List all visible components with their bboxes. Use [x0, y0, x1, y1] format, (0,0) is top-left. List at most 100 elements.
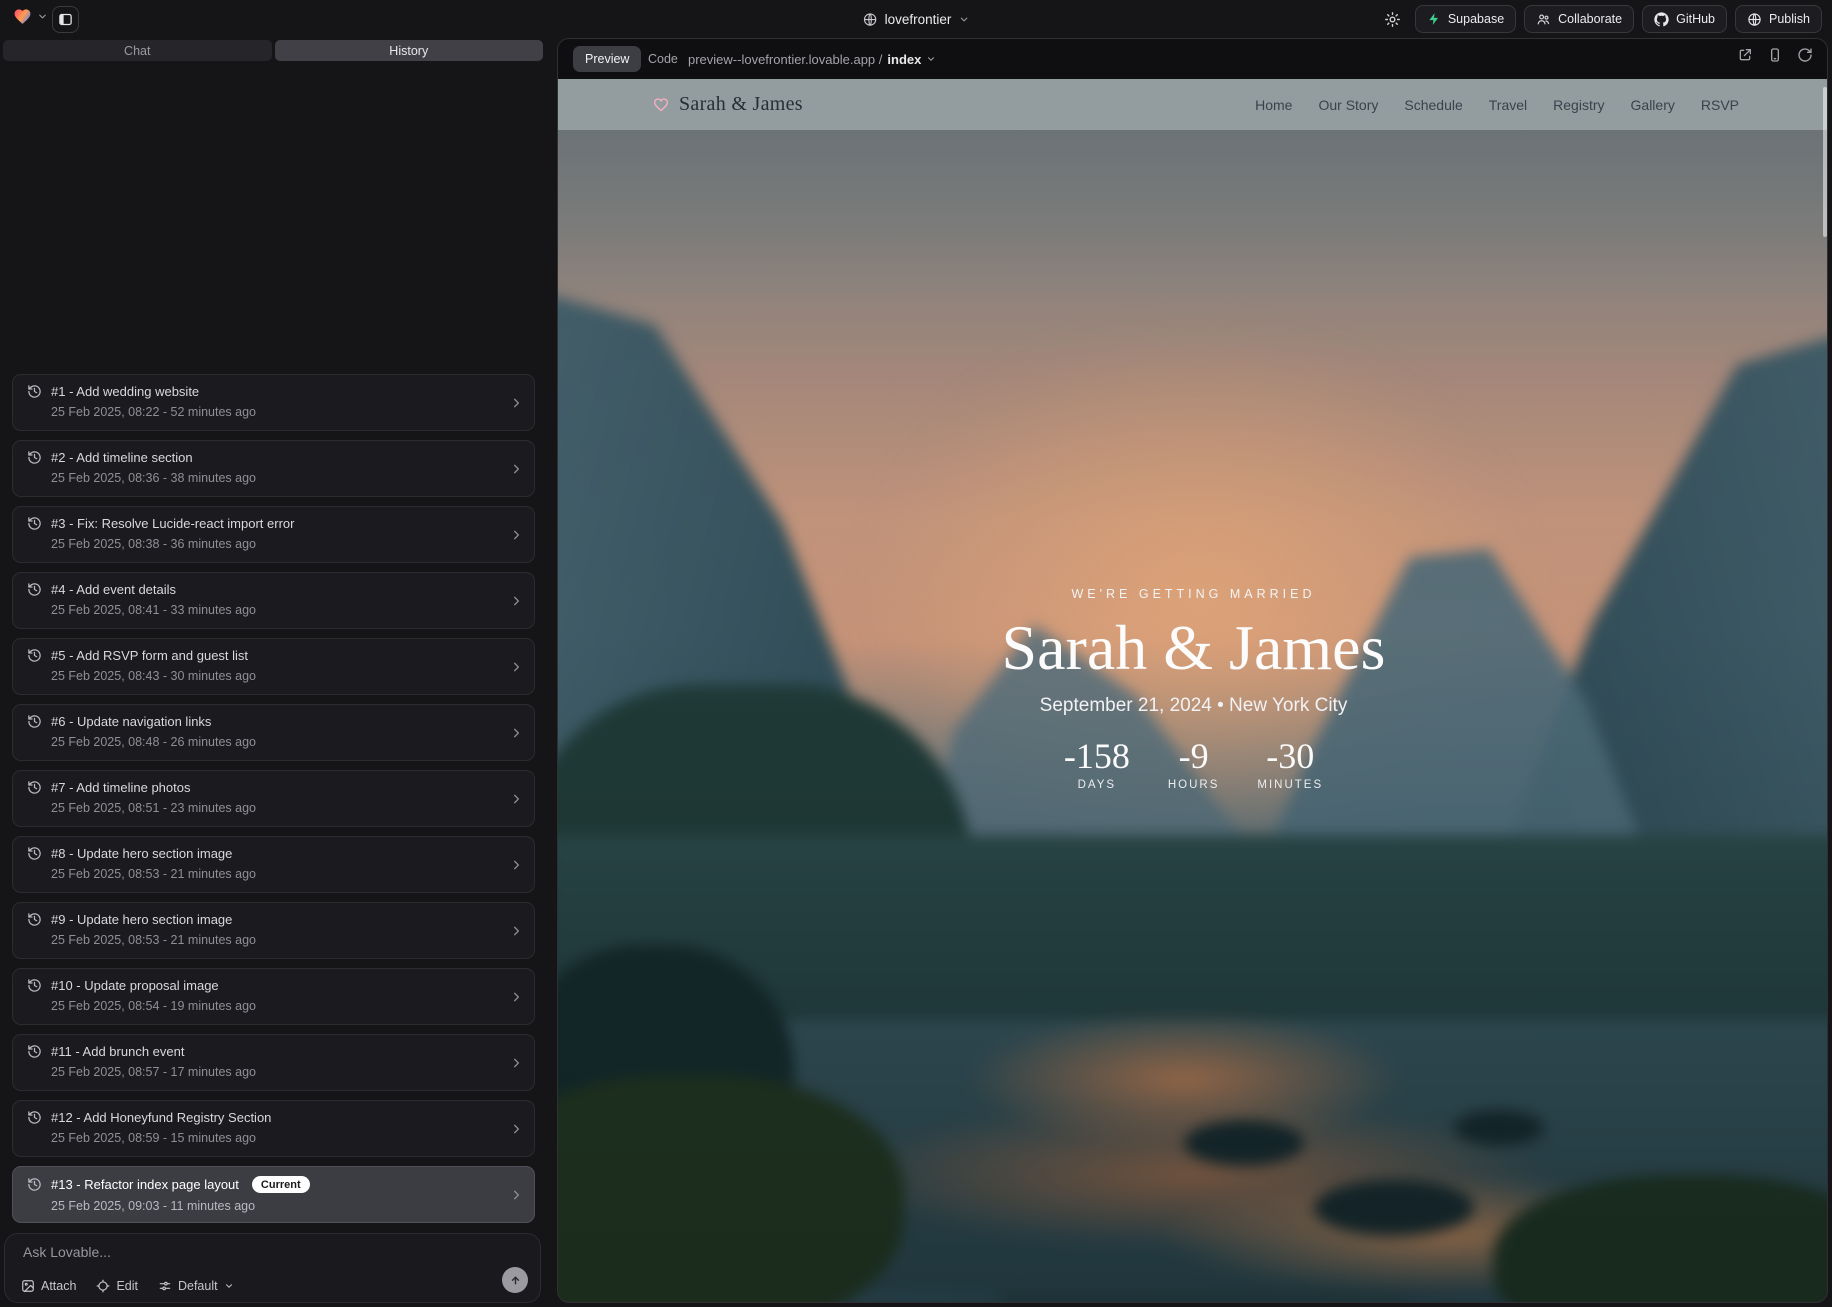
mode-chevron-down-icon — [224, 1281, 234, 1291]
open-external-icon[interactable] — [1737, 47, 1753, 63]
history-item-title: #9 - Update hero section image — [51, 912, 232, 927]
preview-toolbar: Preview Code preview--lovefrontier.lovab… — [558, 39, 1827, 79]
chevron-right-icon — [509, 461, 524, 476]
settings-button[interactable] — [1379, 5, 1407, 33]
refresh-icon[interactable] — [1797, 47, 1813, 63]
sidebar-tabs: Chat History — [3, 40, 543, 61]
history-item-timestamp: 25 Feb 2025, 08:43 - 30 minutes ago — [51, 669, 500, 683]
mode-select[interactable]: Default — [158, 1279, 234, 1293]
history-item[interactable]: #7 - Add timeline photos 25 Feb 2025, 08… — [12, 770, 535, 827]
history-item[interactable]: #3 - Fix: Resolve Lucide-react import er… — [12, 506, 535, 563]
chevron-right-icon — [509, 989, 524, 1004]
supabase-icon — [1427, 12, 1441, 26]
edit-label: Edit — [116, 1279, 138, 1293]
history-item-title: #3 - Fix: Resolve Lucide-react import er… — [51, 516, 294, 531]
site-brand-name: Sarah & James — [679, 93, 803, 116]
sliders-icon — [158, 1279, 172, 1293]
history-item[interactable]: #1 - Add wedding website 25 Feb 2025, 08… — [12, 374, 535, 431]
publish-globe-icon — [1747, 12, 1762, 27]
nav-link[interactable]: Home — [1255, 97, 1292, 113]
site-brand[interactable]: Sarah & James — [652, 93, 803, 116]
attach-button[interactable]: Attach — [21, 1279, 76, 1293]
lovable-logo[interactable] — [12, 7, 48, 26]
chevron-right-icon — [509, 1121, 524, 1136]
nav-link[interactable]: RSVP — [1701, 97, 1739, 113]
project-name: lovefrontier — [885, 12, 952, 27]
send-button[interactable] — [502, 1267, 528, 1293]
history-item-timestamp: 25 Feb 2025, 08:59 - 15 minutes ago — [51, 1131, 500, 1145]
publish-button[interactable]: Publish — [1735, 5, 1822, 33]
chevron-right-icon — [509, 593, 524, 608]
github-button[interactable]: GitHub — [1642, 5, 1727, 33]
nav-link[interactable]: Registry — [1553, 97, 1604, 113]
collaborate-label: Collaborate — [1558, 12, 1622, 26]
project-selector[interactable]: lovefrontier — [863, 0, 970, 38]
edit-button[interactable]: Edit — [96, 1279, 138, 1293]
countdown-item: -30 MINUTES — [1257, 737, 1323, 791]
history-item-timestamp: 25 Feb 2025, 08:22 - 52 minutes ago — [51, 405, 500, 419]
preview-url: preview--lovefrontier.lovable.app / — [688, 52, 882, 67]
supabase-label: Supabase — [1448, 12, 1504, 26]
countdown-value: -30 — [1257, 737, 1323, 777]
tab-history[interactable]: History — [275, 40, 544, 61]
history-item-title: #10 - Update proposal image — [51, 978, 219, 993]
history-icon — [27, 582, 42, 597]
history-icon — [27, 1177, 42, 1192]
gear-icon — [1384, 11, 1401, 28]
history-item-title: #1 - Add wedding website — [51, 384, 199, 399]
history-item[interactable]: #2 - Add timeline section 25 Feb 2025, 0… — [12, 440, 535, 497]
chevron-right-icon — [509, 923, 524, 938]
hero-section: WE'RE GETTING MARRIED Sarah & James Sept… — [558, 587, 1828, 791]
tab-preview[interactable]: Preview — [573, 46, 641, 72]
history-icon — [27, 1110, 42, 1125]
chevron-right-icon — [509, 527, 524, 542]
history-item[interactable]: #8 - Update hero section image 25 Feb 20… — [12, 836, 535, 893]
nav-link[interactable]: Our Story — [1318, 97, 1378, 113]
countdown-label: MINUTES — [1257, 779, 1323, 791]
preview-url-selector[interactable]: preview--lovefrontier.lovable.app / inde… — [688, 46, 936, 72]
arrow-up-icon — [509, 1274, 522, 1287]
history-item-timestamp: 25 Feb 2025, 08:54 - 19 minutes ago — [51, 999, 500, 1013]
history-item[interactable]: #12 - Add Honeyfund Registry Section 25 … — [12, 1100, 535, 1157]
sidebar-toggle-button[interactable] — [52, 6, 79, 33]
tab-chat[interactable]: Chat — [3, 40, 272, 61]
globe-icon — [863, 12, 878, 27]
url-chevron-down-icon — [926, 54, 936, 64]
site-nav: Home Our Story Schedule Travel Registry … — [1255, 97, 1739, 113]
history-item[interactable]: #4 - Add event details 25 Feb 2025, 08:4… — [12, 572, 535, 629]
history-item[interactable]: #6 - Update navigation links 25 Feb 2025… — [12, 704, 535, 761]
preview-scrollbar-thumb[interactable] — [1823, 87, 1827, 237]
mobile-view-icon[interactable] — [1767, 47, 1783, 63]
nav-link[interactable]: Gallery — [1631, 97, 1675, 113]
countdown-item: -158 DAYS — [1064, 737, 1130, 791]
nav-link[interactable]: Schedule — [1404, 97, 1462, 113]
history-item[interactable]: #11 - Add brunch event 25 Feb 2025, 08:5… — [12, 1034, 535, 1091]
history-item-timestamp: 25 Feb 2025, 08:53 - 21 minutes ago — [51, 933, 500, 947]
history-item[interactable]: #10 - Update proposal image 25 Feb 2025,… — [12, 968, 535, 1025]
history-icon — [27, 516, 42, 531]
site-viewport: Sarah & James Home Our Story Schedule Tr… — [558, 79, 1828, 1303]
history-item-title: #5 - Add RSVP form and guest list — [51, 648, 248, 663]
mode-label: Default — [178, 1279, 218, 1293]
history-item[interactable]: #13 - Refactor index page layout Current… — [12, 1166, 535, 1223]
countdown-label: DAYS — [1064, 779, 1130, 791]
history-item-timestamp: 25 Feb 2025, 08:36 - 38 minutes ago — [51, 471, 500, 485]
history-item-timestamp: 25 Feb 2025, 08:57 - 17 minutes ago — [51, 1065, 500, 1079]
history-item-title: #11 - Add brunch event — [51, 1044, 184, 1059]
supabase-button[interactable]: Supabase — [1415, 5, 1516, 33]
tab-code[interactable]: Code — [640, 46, 686, 72]
history-icon — [27, 450, 42, 465]
collaborate-button[interactable]: Collaborate — [1524, 5, 1634, 33]
ask-lovable-input[interactable] — [23, 1244, 443, 1260]
history-icon — [27, 912, 42, 927]
github-label: GitHub — [1676, 12, 1715, 26]
crosshair-icon — [96, 1279, 110, 1293]
history-item[interactable]: #5 - Add RSVP form and guest list 25 Feb… — [12, 638, 535, 695]
history-item-title: #8 - Update hero section image — [51, 846, 232, 861]
history-item-timestamp: 25 Feb 2025, 09:03 - 11 minutes ago — [51, 1199, 500, 1213]
hero-eyebrow: WE'RE GETTING MARRIED — [558, 587, 1828, 601]
chevron-right-icon — [509, 395, 524, 410]
history-item[interactable]: #9 - Update hero section image 25 Feb 20… — [12, 902, 535, 959]
history-item-timestamp: 25 Feb 2025, 08:53 - 21 minutes ago — [51, 867, 500, 881]
nav-link[interactable]: Travel — [1489, 97, 1527, 113]
